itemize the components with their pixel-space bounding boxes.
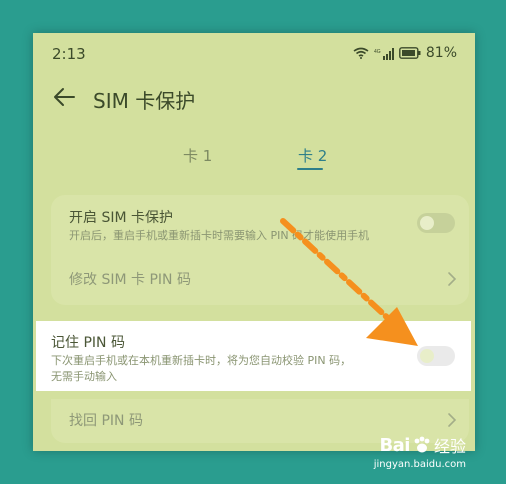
watermark-brand: Bai [379, 434, 410, 456]
watermark-brand-suffix: 经验 [433, 437, 466, 456]
phone-screen: 2:13 4G 81% SIM 卡保护 卡 1 卡 2 开启 SIM 卡保护 开… [33, 33, 475, 451]
paw-icon [414, 436, 430, 453]
watermark-url: jingyan.baidu.com [373, 459, 466, 470]
baidu-watermark: Bai 经验 jingyan.baidu.com [373, 433, 466, 471]
annotation-arrow-icon [280, 218, 418, 346]
